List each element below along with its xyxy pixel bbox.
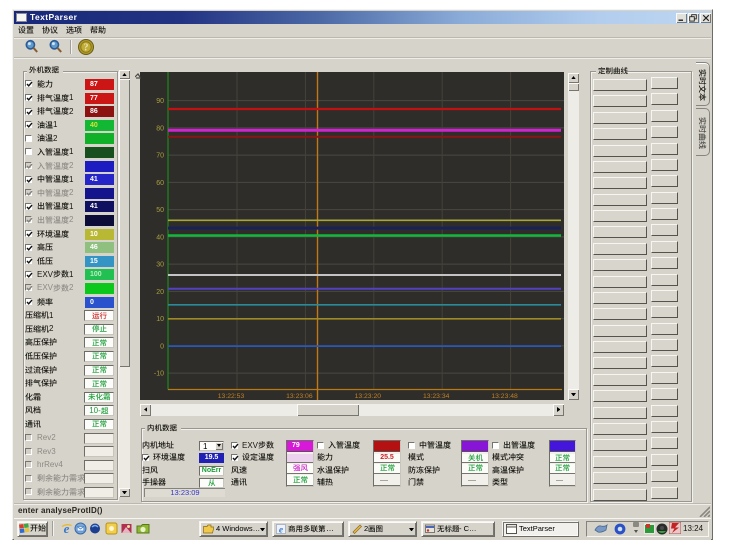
svg-text:13:23:34: 13:23:34 xyxy=(423,393,450,400)
svg-text:13:22:53: 13:22:53 xyxy=(218,393,245,400)
svg-text:50: 50 xyxy=(156,207,164,214)
svg-text:13:23:06: 13:23:06 xyxy=(286,393,313,400)
svg-text:?: ? xyxy=(83,43,88,54)
svg-text:40: 40 xyxy=(156,234,164,241)
svg-text:80: 80 xyxy=(156,125,164,132)
svg-text:-10: -10 xyxy=(154,370,164,377)
svg-text:60: 60 xyxy=(156,179,164,186)
svg-text:30: 30 xyxy=(156,261,164,268)
svg-text:90: 90 xyxy=(156,98,164,105)
svg-text:20: 20 xyxy=(156,288,164,295)
svg-text:e: e xyxy=(63,522,69,535)
svg-text:70: 70 xyxy=(156,152,164,159)
svg-text:0: 0 xyxy=(160,343,164,350)
svg-text:13:23:20: 13:23:20 xyxy=(355,393,382,400)
svg-text:13:23:48: 13:23:48 xyxy=(491,393,518,400)
svg-text:10: 10 xyxy=(156,316,164,323)
